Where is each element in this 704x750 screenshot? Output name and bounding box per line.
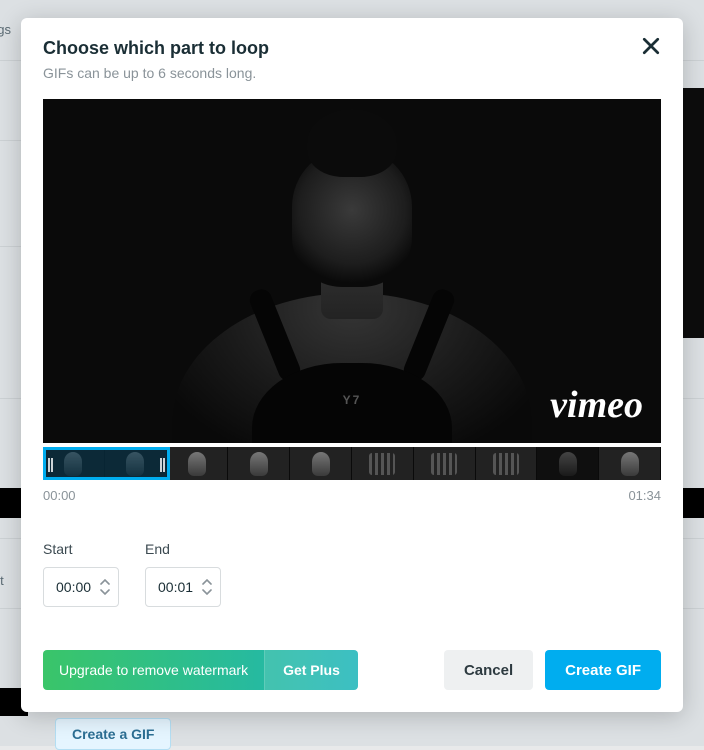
timeline-thumb[interactable] <box>414 447 476 480</box>
end-time-value: 00:01 <box>146 579 198 595</box>
timeline-start-time: 00:00 <box>43 488 76 503</box>
modal-header: Choose which part to loop GIFs can be up… <box>21 18 683 81</box>
chevron-up-icon[interactable] <box>202 579 212 586</box>
end-time-input[interactable]: 00:01 <box>145 567 221 607</box>
gif-loop-modal: Choose which part to loop GIFs can be up… <box>21 18 683 712</box>
start-stepper <box>96 579 114 595</box>
timeline-thumb[interactable] <box>290 447 352 480</box>
chevron-down-icon[interactable] <box>202 588 212 595</box>
timeline-thumb[interactable] <box>599 447 661 480</box>
timeline-thumb[interactable] <box>167 447 229 480</box>
timeline-thumb[interactable] <box>352 447 414 480</box>
start-field: Start 00:00 <box>43 541 119 607</box>
end-stepper <box>198 579 216 595</box>
modal-footer: Upgrade to remove watermark Get Plus Can… <box>21 622 683 712</box>
end-label: End <box>145 541 221 557</box>
time-fields: Start 00:00 End 00:01 <box>43 541 661 607</box>
bg-fragment: dit <box>0 573 4 588</box>
shirt-text: Y7 <box>343 393 362 407</box>
selection-range-handle[interactable] <box>43 447 170 480</box>
chevron-up-icon[interactable] <box>100 579 110 586</box>
figure-hair <box>307 109 397 177</box>
end-field: End 00:01 <box>145 541 221 607</box>
get-plus-button[interactable]: Get Plus <box>264 650 358 690</box>
bg-fragment: ngs <box>0 22 11 37</box>
start-time-value: 00:00 <box>44 579 96 595</box>
video-preview[interactable]: Y7 vimeo <box>43 99 661 443</box>
cancel-button[interactable]: Cancel <box>444 650 533 690</box>
create-gif-button[interactable]: Create GIF <box>545 650 661 690</box>
close-icon <box>642 37 660 60</box>
create-gif-bg-button[interactable]: Create a GIF <box>55 718 171 750</box>
timeline-thumb[interactable] <box>476 447 538 480</box>
timeline-end-time: 01:34 <box>628 488 661 503</box>
start-time-input[interactable]: 00:00 <box>43 567 119 607</box>
upgrade-banner[interactable]: Upgrade to remove watermark Get Plus <box>43 650 358 690</box>
timeline-thumb[interactable] <box>537 447 599 480</box>
timeline-thumb[interactable] <box>228 447 290 480</box>
video-area: Y7 vimeo 00:00 01:34 <box>43 99 661 503</box>
chevron-down-icon[interactable] <box>100 588 110 595</box>
close-button[interactable] <box>639 36 663 60</box>
timeline-times: 00:00 01:34 <box>43 488 661 503</box>
modal-subtitle: GIFs can be up to 6 seconds long. <box>43 65 661 81</box>
upgrade-text: Upgrade to remove watermark <box>43 662 264 678</box>
vimeo-watermark: vimeo <box>550 383 643 427</box>
start-label: Start <box>43 541 119 557</box>
timeline-scrubber[interactable] <box>43 447 661 480</box>
modal-title: Choose which part to loop <box>43 38 661 59</box>
